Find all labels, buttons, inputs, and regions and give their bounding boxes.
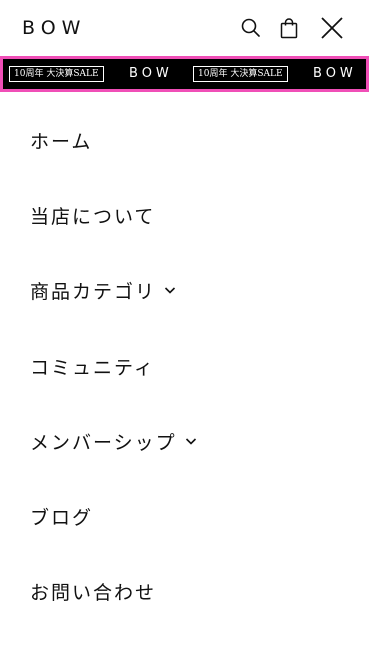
banner-marquee: 10周年 大決算SALE BOW 10周年 大決算SALE BOW (3, 59, 366, 89)
banner-sale-badge: 10周年 大決算SALE (193, 66, 288, 82)
cart-button[interactable] (278, 17, 300, 39)
menu-item-community[interactable]: コミュニティ (30, 348, 155, 384)
header: BOW (0, 0, 369, 56)
menu-item-categories[interactable]: 商品カテゴリ (30, 272, 176, 308)
menu-item-blog[interactable]: ブログ (30, 498, 93, 534)
menu-item-home[interactable]: ホーム (30, 122, 92, 158)
shopping-bag-icon (280, 18, 298, 39)
menu-item-label: 商品カテゴリ (30, 280, 157, 303)
menu-item-about[interactable]: 当店について (30, 197, 155, 233)
menu-item-label: お問い合わせ (30, 581, 157, 604)
menu-item-label: コミュニティ (30, 356, 155, 379)
menu-item-label: ホーム (30, 130, 93, 153)
close-menu-button[interactable] (320, 16, 344, 40)
chevron-down-icon[interactable] (185, 435, 197, 447)
close-icon (321, 17, 343, 39)
sale-banner[interactable]: 10周年 大決算SALE BOW 10周年 大決算SALE BOW (0, 56, 369, 92)
menu-item-label: ブログ (30, 506, 94, 529)
banner-sale-badge: 10周年 大決算SALE (9, 66, 104, 82)
site-logo[interactable]: BOW (22, 17, 86, 39)
banner-logo: BOW (129, 66, 173, 81)
menu-item-membership[interactable]: メンバーシップ (30, 423, 197, 459)
search-button[interactable] (240, 17, 262, 39)
menu-item-label: 当店について (30, 205, 156, 228)
menu-item-label: メンバーシップ (30, 431, 177, 454)
chevron-down-icon[interactable] (164, 284, 176, 296)
search-icon (241, 18, 260, 37)
menu-item-contact[interactable]: お問い合わせ (30, 573, 156, 609)
banner-logo: BOW (313, 66, 357, 81)
